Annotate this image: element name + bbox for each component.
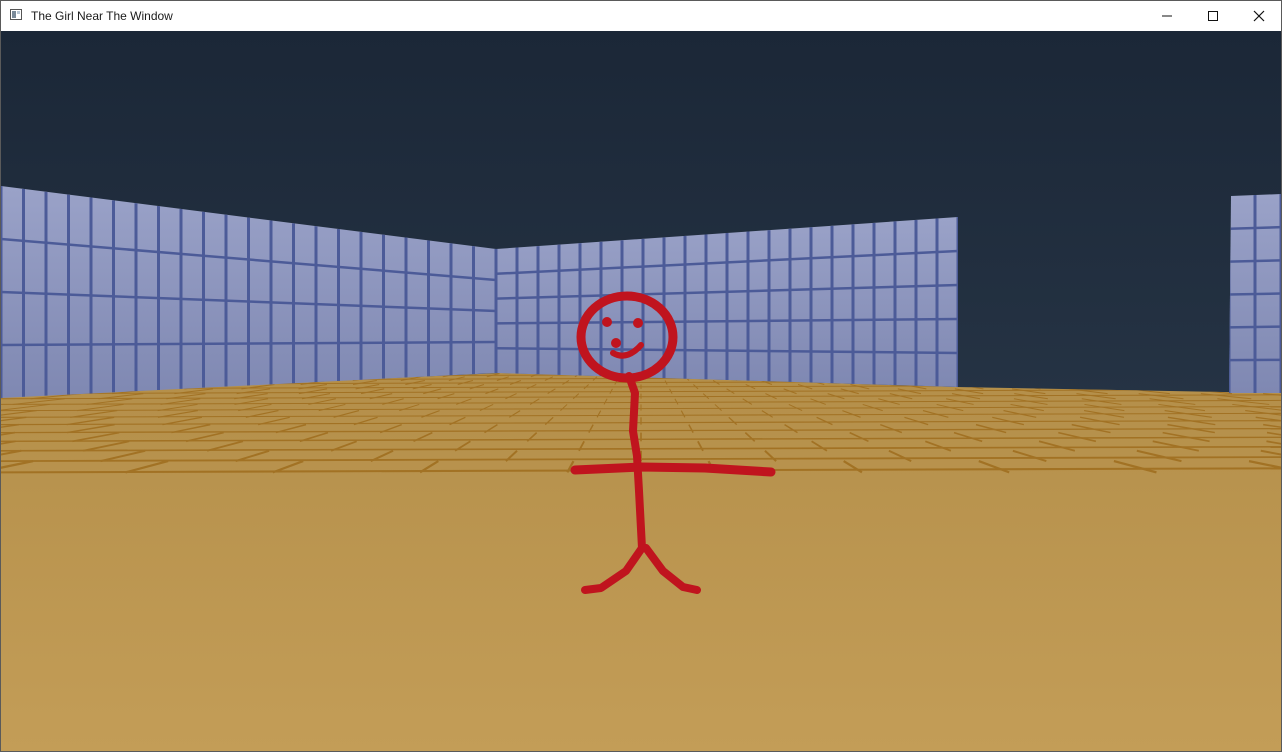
stick-figure-torso	[633, 452, 646, 552]
close-icon	[1253, 10, 1265, 22]
floor	[1, 373, 1281, 751]
maximize-icon	[1208, 11, 1218, 21]
stick-figure-arms	[570, 462, 776, 477]
stick-figure-left-eye	[602, 317, 612, 327]
game-window: The Girl Near The Window	[0, 0, 1282, 752]
maximize-button[interactable]	[1190, 1, 1236, 31]
far-right-wall	[1229, 194, 1281, 393]
stick-figure-right-eye	[633, 318, 643, 328]
stick-figure-nose	[611, 338, 621, 348]
window-app-icon	[10, 9, 22, 20]
window-title: The Girl Near The Window	[31, 9, 173, 23]
minimize-button[interactable]	[1144, 1, 1190, 31]
close-button[interactable]	[1236, 1, 1281, 31]
scene-canvas	[1, 31, 1281, 751]
game-viewport[interactable]	[1, 31, 1281, 751]
minimize-icon	[1162, 15, 1172, 17]
title-bar[interactable]: The Girl Near The Window	[1, 1, 1281, 31]
